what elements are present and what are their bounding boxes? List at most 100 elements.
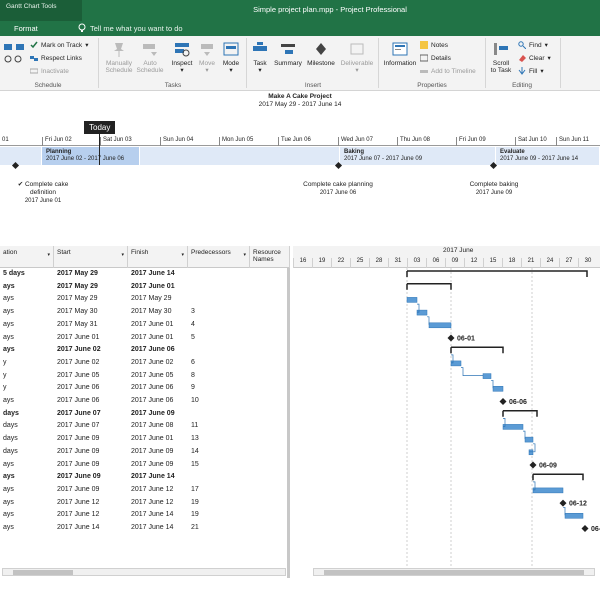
deliverable-button[interactable]: Deliverable ▾	[337, 40, 377, 74]
cell-pred[interactable]: 19	[188, 509, 250, 522]
table-row[interactable]: days 2017 June 07 2017 June 08 11	[0, 420, 290, 433]
gantt-task-bar[interactable]	[532, 487, 564, 494]
fill-button[interactable]: Fill ▾	[518, 67, 544, 75]
cell-start[interactable]: 2017 June 07	[54, 420, 128, 433]
cell-duration[interactable]: y	[0, 357, 54, 370]
cell-start[interactable]: 2017 June 02	[54, 344, 128, 357]
cell-start[interactable]: 2017 June 06	[54, 395, 128, 408]
find-button[interactable]: Find ▾	[518, 41, 548, 49]
cell-resource-names[interactable]	[250, 332, 290, 345]
cell-pred[interactable]	[188, 293, 250, 306]
gantt-task-bar[interactable]	[450, 360, 462, 367]
cell-duration[interactable]: ays	[0, 471, 54, 484]
cell-finish[interactable]: 2017 May 30	[128, 306, 188, 319]
table-row[interactable]: ays 2017 June 09 2017 June 14	[0, 471, 290, 484]
cell-duration[interactable]: y	[0, 370, 54, 383]
cell-duration[interactable]: ays	[0, 522, 54, 535]
cell-duration[interactable]: days	[0, 446, 54, 459]
cell-pred[interactable]: 19	[188, 497, 250, 510]
task-button[interactable]: Task ▾	[248, 40, 272, 74]
cell-start[interactable]: 2017 June 09	[54, 446, 128, 459]
gantt-link-arrow[interactable]	[461, 367, 483, 376]
cell-duration[interactable]: ays	[0, 319, 54, 332]
gantt-milestone-diamond[interactable]	[499, 398, 507, 405]
cell-pred[interactable]	[188, 344, 250, 357]
cell-resource-names[interactable]	[250, 484, 290, 497]
cell-duration[interactable]: ays	[0, 484, 54, 497]
table-row[interactable]: ays 2017 June 09 2017 June 09 15	[0, 459, 290, 472]
milestone-button[interactable]: Milestone	[304, 40, 338, 67]
column-header-duration[interactable]: ation ▾	[0, 246, 54, 268]
gantt-task-bar[interactable]	[492, 386, 504, 392]
cell-finish[interactable]: 2017 June 09	[128, 408, 188, 421]
timeline-bar-planning[interactable]: Planning 2017 June 02 - 2017 June 06	[42, 147, 140, 165]
cell-pred[interactable]	[188, 408, 250, 421]
gantt-milestone-diamond[interactable]	[447, 334, 455, 342]
cell-finish[interactable]: 2017 June 01	[128, 319, 188, 332]
milestone-complete-baking[interactable]: Complete baking 2017 June 09	[452, 181, 536, 197]
cell-resource-names[interactable]	[250, 497, 290, 510]
cell-pred[interactable]: 8	[188, 370, 250, 383]
cell-finish[interactable]: 2017 June 08	[128, 420, 188, 433]
table-row[interactable]: ays 2017 June 02 2017 June 06	[0, 344, 290, 357]
cell-finish[interactable]: 2017 June 12	[128, 484, 188, 497]
gantt-task-bar[interactable]	[406, 297, 418, 303]
gantt-link-arrow[interactable]	[427, 316, 430, 325]
details-button[interactable]: Details	[420, 54, 451, 62]
cell-start[interactable]: 2017 May 29	[54, 293, 128, 306]
cell-pred[interactable]: 13	[188, 433, 250, 446]
cell-resource-names[interactable]	[250, 459, 290, 472]
table-row[interactable]: ays 2017 June 01 2017 June 01 5	[0, 332, 290, 345]
cell-finish[interactable]: 2017 June 01	[128, 433, 188, 446]
cell-start[interactable]: 2017 June 14	[54, 522, 128, 535]
table-row[interactable]: ays 2017 May 29 2017 May 29	[0, 293, 290, 306]
table-row[interactable]: days 2017 June 09 2017 June 01 13	[0, 433, 290, 446]
cell-resource-names[interactable]	[250, 408, 290, 421]
column-header-finish[interactable]: Finish ▾	[128, 246, 188, 268]
cell-pred[interactable]: 10	[188, 395, 250, 408]
cell-resource-names[interactable]	[250, 509, 290, 522]
cell-finish[interactable]: 2017 June 14	[128, 268, 188, 281]
cell-duration[interactable]: ays	[0, 293, 54, 306]
cell-start[interactable]: 2017 June 02	[54, 357, 128, 370]
cell-resource-names[interactable]	[250, 281, 290, 294]
gantt-task-bar[interactable]	[524, 436, 534, 443]
inactivate-button[interactable]: Inactivate	[30, 67, 69, 75]
cell-pred[interactable]: 15	[188, 459, 250, 472]
cell-start[interactable]: 2017 June 07	[54, 408, 128, 421]
cell-resource-names[interactable]	[250, 395, 290, 408]
cell-pred[interactable]: 6	[188, 357, 250, 370]
gantt-milestone-diamond[interactable]	[559, 499, 567, 507]
table-row[interactable]: ays 2017 May 29 2017 June 01	[0, 281, 290, 294]
cell-duration[interactable]: ays	[0, 281, 54, 294]
manually-schedule-button[interactable]: Manually Schedule	[102, 40, 136, 74]
cell-resource-names[interactable]	[250, 420, 290, 433]
cell-pred[interactable]: 5	[188, 332, 250, 345]
gantt-link-arrow[interactable]	[491, 379, 494, 389]
inspect-button[interactable]: Inspect ▾	[168, 40, 196, 74]
cell-pred[interactable]: 3	[188, 306, 250, 319]
cell-start[interactable]: 2017 May 31	[54, 319, 128, 332]
cell-resource-names[interactable]	[250, 319, 290, 332]
scroll-to-task-button[interactable]: Scroll to Task	[486, 40, 516, 74]
cell-finish[interactable]: 2017 June 01	[128, 332, 188, 345]
cell-resource-names[interactable]	[250, 446, 290, 459]
column-header-start[interactable]: Start ▾	[54, 246, 128, 268]
information-button[interactable]: Information	[380, 40, 420, 67]
gantt-task-bar[interactable]	[428, 322, 452, 329]
table-row[interactable]: ays 2017 May 31 2017 June 01 4	[0, 319, 290, 332]
cell-duration[interactable]: days	[0, 408, 54, 421]
scrollbar-thumb[interactable]	[324, 570, 584, 575]
table-row[interactable]: ays 2017 June 14 2017 June 14 21	[0, 522, 290, 535]
cell-pred[interactable]: 11	[188, 420, 250, 433]
column-header-resource-names[interactable]: Resource Names	[250, 246, 290, 268]
column-header-predecessors[interactable]: Predecessors ▾	[188, 246, 250, 268]
gantt-task-bar[interactable]	[528, 449, 534, 456]
cell-duration[interactable]: days	[0, 433, 54, 446]
cell-finish[interactable]: 2017 June 09	[128, 446, 188, 459]
cell-duration[interactable]: ays	[0, 332, 54, 345]
cell-pred[interactable]: 17	[188, 484, 250, 497]
cell-start[interactable]: 2017 June 09	[54, 484, 128, 497]
gantt-summary-bar[interactable]	[406, 270, 588, 277]
cell-start[interactable]: 2017 June 01	[54, 332, 128, 345]
